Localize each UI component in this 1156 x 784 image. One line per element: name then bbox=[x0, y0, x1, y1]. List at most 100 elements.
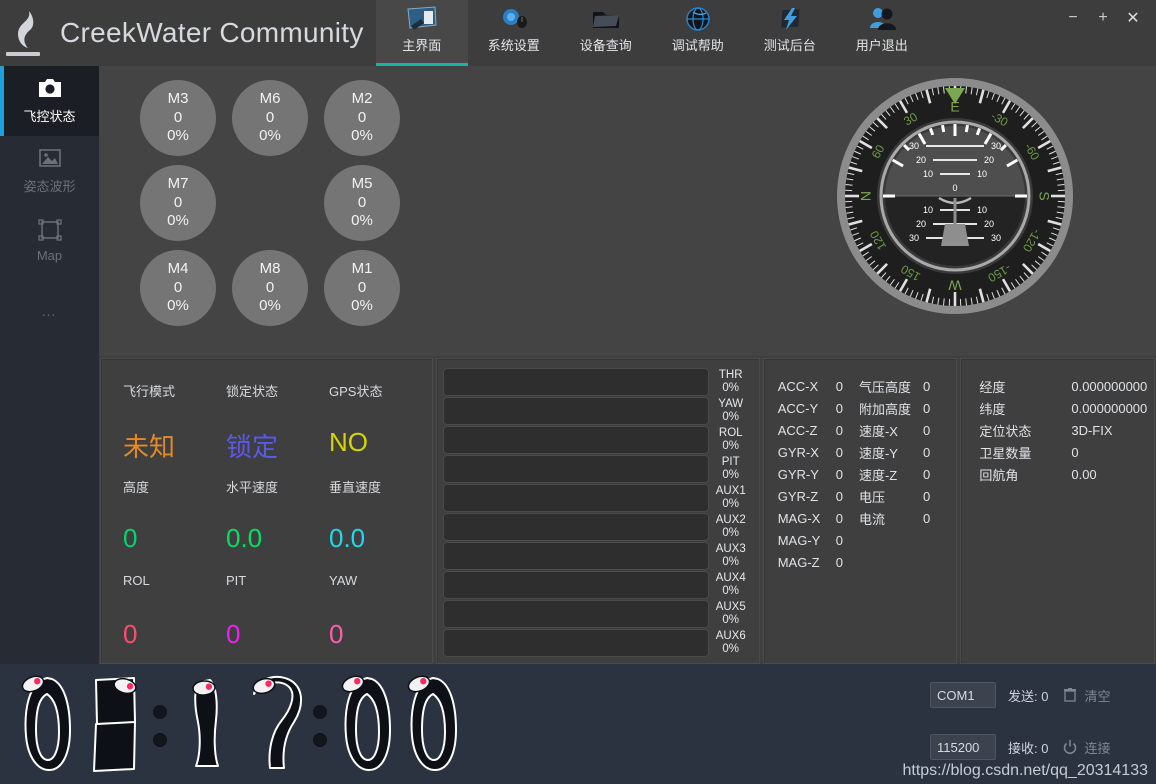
sensor-value: 0 bbox=[922, 510, 931, 526]
sensor-value: 0 bbox=[835, 532, 843, 548]
sidebar-item-label: 飞控状态 bbox=[23, 109, 76, 124]
svg-text:20: 20 bbox=[984, 155, 994, 165]
sidebar-item-more[interactable]: … bbox=[0, 276, 99, 346]
channel-percent: 0% bbox=[722, 382, 740, 394]
sensor-key: 速度-Y bbox=[858, 445, 898, 461]
connect-button[interactable]: 连接 bbox=[1062, 738, 1110, 757]
frame-icon bbox=[37, 219, 62, 241]
motor-value: 0 bbox=[265, 278, 275, 296]
svg-text:20: 20 bbox=[916, 219, 926, 229]
image-icon bbox=[38, 147, 62, 169]
clear-button[interactable]: 清空 bbox=[1062, 686, 1110, 705]
trash-icon bbox=[1062, 687, 1078, 703]
svg-text:S: S bbox=[1036, 191, 1052, 200]
app-window: CreekWater Community 主界面 系统设置 设备查询 调试帮助 … bbox=[0, 0, 1156, 784]
gps-list: 经度 0.000000000 纬度 0.000000000 定位状态 3D-FIX 卫星数量… bbox=[961, 359, 1154, 485]
channel-percent: 0% bbox=[722, 498, 740, 510]
channel-meta: AUX4 0% bbox=[709, 571, 753, 599]
gps-value: 0.00 bbox=[1071, 466, 1097, 482]
app-logo bbox=[0, 0, 56, 66]
svg-text:N: N bbox=[858, 191, 874, 201]
sidebar-item-attitude-waveform[interactable]: 姿态波形 bbox=[0, 136, 99, 206]
sidebar-item-label: 姿态波形 bbox=[23, 179, 76, 194]
tab-label: 测试后台 bbox=[763, 38, 816, 53]
serial-port-input[interactable] bbox=[930, 682, 996, 708]
window-controls: − + ✕ bbox=[1058, 0, 1156, 66]
received-count: 接收: 0 bbox=[1008, 740, 1049, 756]
tab-main[interactable]: 主界面 bbox=[375, 0, 468, 66]
sensor-value: 0 bbox=[835, 378, 843, 394]
channel-bar bbox=[443, 455, 709, 483]
logo-underline bbox=[6, 52, 40, 56]
channel-name: AUX1 bbox=[715, 484, 746, 497]
sensor-key: ACC-X bbox=[777, 378, 819, 394]
channel-list: THR 0% YAW 0% ROL 0% PIT 0% AUX1 0% AUX2 0% AUX3 0% AU… bbox=[437, 359, 759, 657]
gps-row: 经度 0.000000000 bbox=[979, 375, 1154, 397]
horizontal-speed-label: 水平速度 bbox=[226, 480, 279, 495]
motor-name: M2 bbox=[351, 89, 373, 107]
motor-m3: M3 0 0% bbox=[140, 80, 216, 156]
sensor-key: MAG-X bbox=[777, 510, 821, 526]
sensor-column-nav: 气压高度 0 附加高度 0 速度-X 0 速度-Y 0 速度-Z 0 电压 0 电流 0 bbox=[859, 375, 930, 573]
motor-row: M7 0 0% M5 0 0% bbox=[140, 165, 416, 250]
channel-name: YAW bbox=[718, 397, 744, 410]
sensor-key: 电流 bbox=[858, 511, 885, 527]
sensor-key: GYR-X bbox=[777, 444, 819, 460]
sensor-row: MAG-Y 0 bbox=[778, 529, 843, 551]
minimize-button[interactable]: − bbox=[1058, 4, 1088, 32]
users-icon bbox=[865, 6, 899, 32]
sidebar-item-flight-status[interactable]: 飞控状态 bbox=[0, 66, 99, 136]
tab-label: 调试帮助 bbox=[671, 38, 724, 53]
connect-label: 连接 bbox=[1084, 740, 1111, 756]
status-grid: 飞行模式 锁定状态 GPS状态 未知 锁定 NO 高度 水平速度 垂直速度 0 … bbox=[101, 359, 432, 669]
motor-percent: 0% bbox=[351, 127, 373, 145]
channel-row-aux3: AUX3 0% bbox=[443, 542, 753, 570]
channel-bar bbox=[443, 513, 709, 541]
altitude-value: 0 bbox=[123, 523, 138, 553]
channel-meta: AUX6 0% bbox=[709, 629, 753, 657]
gps-row: 回航角 0.00 bbox=[979, 463, 1154, 485]
sensor-row: 速度-X 0 bbox=[859, 419, 930, 441]
sensor-value: 0 bbox=[922, 400, 931, 416]
lock-state-value: 锁定 bbox=[226, 432, 279, 462]
more-dots-icon: … bbox=[41, 302, 58, 320]
motor-row: M3 0 0% M6 0 0% M2 0 0% bbox=[140, 80, 416, 165]
sensor-row: 速度-Y 0 bbox=[859, 441, 930, 463]
sensor-key: 电压 bbox=[858, 489, 885, 505]
svg-text:10: 10 bbox=[977, 205, 987, 215]
port-row: 发送: 0 清空 bbox=[930, 678, 1146, 712]
rc-channels-panel: THR 0% YAW 0% ROL 0% PIT 0% AUX1 0% AUX2 0% AUX3 0% AU… bbox=[436, 358, 760, 664]
sensor-value: 0 bbox=[835, 510, 843, 526]
clock-digit bbox=[400, 670, 466, 778]
svg-text:0: 0 bbox=[952, 183, 957, 193]
channel-bar bbox=[443, 484, 709, 512]
tab-user-logout[interactable]: 用户退出 bbox=[836, 0, 928, 66]
sensor-row: ACC-Z 0 bbox=[778, 419, 843, 441]
channel-name: AUX5 bbox=[715, 600, 746, 613]
sensor-key: GYR-Y bbox=[777, 466, 819, 482]
gps-row: 卫星数量 0 bbox=[979, 441, 1154, 463]
sensor-key: 附加高度 bbox=[858, 401, 911, 417]
maximize-button[interactable]: + bbox=[1088, 4, 1118, 32]
motor-value: 0 bbox=[173, 278, 183, 296]
pitch-value: 0 bbox=[226, 619, 241, 649]
motor-m6: M6 0 0% bbox=[232, 80, 308, 156]
close-button[interactable]: ✕ bbox=[1118, 4, 1148, 32]
channel-row-aux2: AUX2 0% bbox=[443, 513, 753, 541]
sensor-row: ACC-Y 0 bbox=[778, 397, 843, 419]
sidebar-item-map[interactable]: Map bbox=[0, 206, 99, 276]
tab-device-query[interactable]: 设备查询 bbox=[560, 0, 652, 66]
clock-digit bbox=[80, 670, 146, 778]
motor-slot-empty bbox=[232, 165, 308, 241]
watermark-text: https://blog.csdn.net/qq_20314133 bbox=[902, 762, 1148, 779]
motor-m1: M1 0 0% bbox=[324, 250, 400, 326]
channel-row-aux6: AUX6 0% bbox=[443, 629, 753, 657]
title-bar: CreekWater Community 主界面 系统设置 设备查询 调试帮助 … bbox=[0, 0, 1156, 66]
channel-percent: 0% bbox=[722, 527, 740, 539]
tab-debug-help[interactable]: 调试帮助 bbox=[652, 0, 744, 66]
tab-system-settings[interactable]: 系统设置 bbox=[468, 0, 560, 66]
svg-text:20: 20 bbox=[984, 219, 994, 229]
baud-rate-input[interactable] bbox=[930, 734, 996, 760]
channel-percent: 0% bbox=[722, 614, 740, 626]
tab-test-backend[interactable]: 测试后台 bbox=[744, 0, 836, 66]
